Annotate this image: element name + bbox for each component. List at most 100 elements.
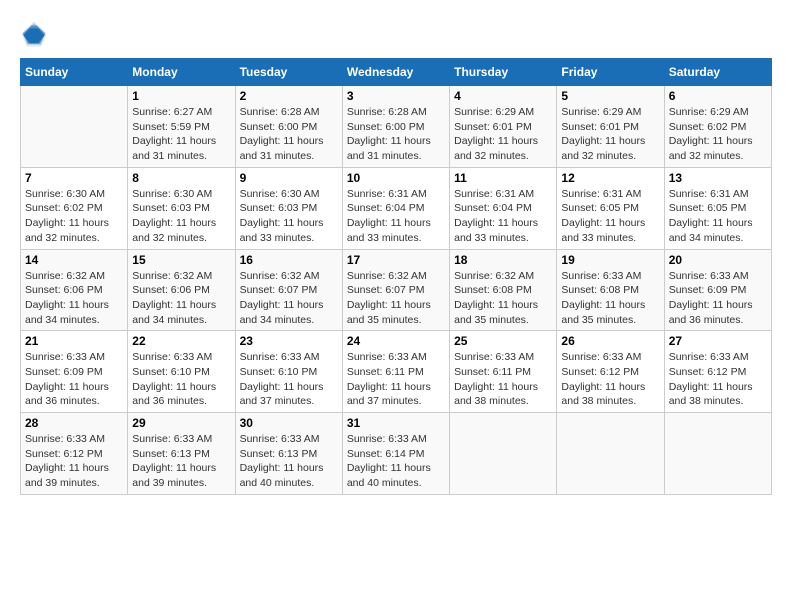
header-cell-saturday: Saturday [664, 59, 771, 86]
day-number: 26 [561, 334, 659, 348]
calendar-cell: 26 Sunrise: 6:33 AM Sunset: 6:12 PM Dayli… [557, 331, 664, 413]
day-number: 22 [132, 334, 230, 348]
day-details: Sunrise: 6:33 AM Sunset: 6:12 PM Dayligh… [25, 432, 123, 491]
day-details: Sunrise: 6:28 AM Sunset: 6:00 PM Dayligh… [240, 105, 338, 164]
day-number: 2 [240, 89, 338, 103]
calendar-cell: 22 Sunrise: 6:33 AM Sunset: 6:10 PM Dayli… [128, 331, 235, 413]
calendar-cell: 14 Sunrise: 6:32 AM Sunset: 6:06 PM Dayli… [21, 249, 128, 331]
header-cell-wednesday: Wednesday [342, 59, 449, 86]
calendar-week-row: 28 Sunrise: 6:33 AM Sunset: 6:12 PM Dayli… [21, 413, 772, 495]
calendar-week-row: 14 Sunrise: 6:32 AM Sunset: 6:06 PM Dayli… [21, 249, 772, 331]
day-details: Sunrise: 6:33 AM Sunset: 6:09 PM Dayligh… [25, 350, 123, 409]
day-details: Sunrise: 6:32 AM Sunset: 6:06 PM Dayligh… [25, 269, 123, 328]
day-details: Sunrise: 6:31 AM Sunset: 6:04 PM Dayligh… [454, 187, 552, 246]
calendar-cell [557, 413, 664, 495]
day-number: 29 [132, 416, 230, 430]
calendar-cell [21, 86, 128, 168]
day-number: 12 [561, 171, 659, 185]
day-number: 15 [132, 253, 230, 267]
calendar-cell: 15Sunrise: 6:32 AM Sunset: 6:06 PM Dayli… [128, 249, 235, 331]
calendar-cell: 24Sunrise: 6:33 AM Sunset: 6:11 PM Dayli… [342, 331, 449, 413]
header-cell-sunday: Sunday [21, 59, 128, 86]
day-number: 8 [132, 171, 230, 185]
calendar-cell: 30 Sunrise: 6:33 AM Sunset: 6:13 PM Dayli… [235, 413, 342, 495]
calendar-cell: 12 Sunrise: 6:31 AM Sunset: 6:05 PM Dayli… [557, 167, 664, 249]
calendar-cell: 20 Sunrise: 6:33 AM Sunset: 6:09 PM Dayli… [664, 249, 771, 331]
page-header [20, 20, 772, 48]
day-details: Sunrise: 6:29 AM Sunset: 6:01 PM Dayligh… [561, 105, 659, 164]
day-details: Sunrise: 6:33 AM Sunset: 6:13 PM Dayligh… [240, 432, 338, 491]
day-number: 20 [669, 253, 767, 267]
calendar-table: SundayMondayTuesdayWednesdayThursdayFrid… [20, 58, 772, 495]
logo-icon [20, 20, 48, 48]
day-number: 25 [454, 334, 552, 348]
day-number: 5 [561, 89, 659, 103]
calendar-cell: 17Sunrise: 6:32 AM Sunset: 6:07 PM Dayli… [342, 249, 449, 331]
day-details: Sunrise: 6:30 AM Sunset: 6:03 PM Dayligh… [240, 187, 338, 246]
calendar-cell: 21Sunrise: 6:33 AM Sunset: 6:09 PM Dayli… [21, 331, 128, 413]
day-details: Sunrise: 6:33 AM Sunset: 6:14 PM Dayligh… [347, 432, 445, 491]
day-number: 18 [454, 253, 552, 267]
day-details: Sunrise: 6:31 AM Sunset: 6:05 PM Dayligh… [561, 187, 659, 246]
calendar-cell: 3 Sunrise: 6:28 AM Sunset: 6:00 PM Daylig… [342, 86, 449, 168]
calendar-cell: 27 Sunrise: 6:33 AM Sunset: 6:12 PM Dayli… [664, 331, 771, 413]
day-details: Sunrise: 6:30 AM Sunset: 6:03 PM Dayligh… [132, 187, 230, 246]
calendar-week-row: 1 Sunrise: 6:27 AM Sunset: 5:59 PM Daylig… [21, 86, 772, 168]
calendar-cell [664, 413, 771, 495]
calendar-cell: 6 Sunrise: 6:29 AM Sunset: 6:02 PM Daylig… [664, 86, 771, 168]
day-number: 27 [669, 334, 767, 348]
calendar-cell: 11 Sunrise: 6:31 AM Sunset: 6:04 PM Dayli… [450, 167, 557, 249]
calendar-week-row: 7Sunrise: 6:30 AM Sunset: 6:02 PM Daylig… [21, 167, 772, 249]
day-details: Sunrise: 6:33 AM Sunset: 6:10 PM Dayligh… [132, 350, 230, 409]
day-details: Sunrise: 6:28 AM Sunset: 6:00 PM Dayligh… [347, 105, 445, 164]
calendar-week-row: 21Sunrise: 6:33 AM Sunset: 6:09 PM Dayli… [21, 331, 772, 413]
calendar-cell: 9Sunrise: 6:30 AM Sunset: 6:03 PM Daylig… [235, 167, 342, 249]
calendar-cell: 2 Sunrise: 6:28 AM Sunset: 6:00 PM Daylig… [235, 86, 342, 168]
header-cell-tuesday: Tuesday [235, 59, 342, 86]
day-details: Sunrise: 6:33 AM Sunset: 6:09 PM Dayligh… [669, 269, 767, 328]
day-details: Sunrise: 6:33 AM Sunset: 6:13 PM Dayligh… [132, 432, 230, 491]
header-cell-thursday: Thursday [450, 59, 557, 86]
header-cell-monday: Monday [128, 59, 235, 86]
calendar-cell: 18 Sunrise: 6:32 AM Sunset: 6:08 PM Dayli… [450, 249, 557, 331]
calendar-cell: 7Sunrise: 6:30 AM Sunset: 6:02 PM Daylig… [21, 167, 128, 249]
day-details: Sunrise: 6:33 AM Sunset: 6:12 PM Dayligh… [561, 350, 659, 409]
day-number: 6 [669, 89, 767, 103]
day-number: 1 [132, 89, 230, 103]
day-number: 10 [347, 171, 445, 185]
day-details: Sunrise: 6:33 AM Sunset: 6:12 PM Dayligh… [669, 350, 767, 409]
day-details: Sunrise: 6:33 AM Sunset: 6:11 PM Dayligh… [454, 350, 552, 409]
day-details: Sunrise: 6:31 AM Sunset: 6:05 PM Dayligh… [669, 187, 767, 246]
calendar-cell: 13 Sunrise: 6:31 AM Sunset: 6:05 PM Dayli… [664, 167, 771, 249]
day-details: Sunrise: 6:32 AM Sunset: 6:08 PM Dayligh… [454, 269, 552, 328]
calendar-cell [450, 413, 557, 495]
calendar-cell: 23 Sunrise: 6:33 AM Sunset: 6:10 PM Dayli… [235, 331, 342, 413]
header-cell-friday: Friday [557, 59, 664, 86]
day-number: 11 [454, 171, 552, 185]
calendar-cell: 16Sunrise: 6:32 AM Sunset: 6:07 PM Dayli… [235, 249, 342, 331]
day-details: Sunrise: 6:33 AM Sunset: 6:08 PM Dayligh… [561, 269, 659, 328]
day-details: Sunrise: 6:27 AM Sunset: 5:59 PM Dayligh… [132, 105, 230, 164]
day-number: 14 [25, 253, 123, 267]
day-details: Sunrise: 6:29 AM Sunset: 6:01 PM Dayligh… [454, 105, 552, 164]
day-number: 13 [669, 171, 767, 185]
calendar-cell: 1 Sunrise: 6:27 AM Sunset: 5:59 PM Daylig… [128, 86, 235, 168]
calendar-cell: 29 Sunrise: 6:33 AM Sunset: 6:13 PM Dayli… [128, 413, 235, 495]
day-number: 31 [347, 416, 445, 430]
calendar-cell: 28 Sunrise: 6:33 AM Sunset: 6:12 PM Dayli… [21, 413, 128, 495]
day-number: 23 [240, 334, 338, 348]
day-details: Sunrise: 6:30 AM Sunset: 6:02 PM Dayligh… [25, 187, 123, 246]
calendar-cell: 5 Sunrise: 6:29 AM Sunset: 6:01 PM Daylig… [557, 86, 664, 168]
day-details: Sunrise: 6:29 AM Sunset: 6:02 PM Dayligh… [669, 105, 767, 164]
calendar-cell: 10 Sunrise: 6:31 AM Sunset: 6:04 PM Dayli… [342, 167, 449, 249]
day-number: 3 [347, 89, 445, 103]
day-details: Sunrise: 6:31 AM Sunset: 6:04 PM Dayligh… [347, 187, 445, 246]
calendar-cell: 31 Sunrise: 6:33 AM Sunset: 6:14 PM Dayli… [342, 413, 449, 495]
logo [20, 20, 52, 48]
day-number: 30 [240, 416, 338, 430]
calendar-cell: 4Sunrise: 6:29 AM Sunset: 6:01 PM Daylig… [450, 86, 557, 168]
day-number: 28 [25, 416, 123, 430]
day-details: Sunrise: 6:33 AM Sunset: 6:10 PM Dayligh… [240, 350, 338, 409]
day-number: 19 [561, 253, 659, 267]
day-details: Sunrise: 6:32 AM Sunset: 6:07 PM Dayligh… [240, 269, 338, 328]
